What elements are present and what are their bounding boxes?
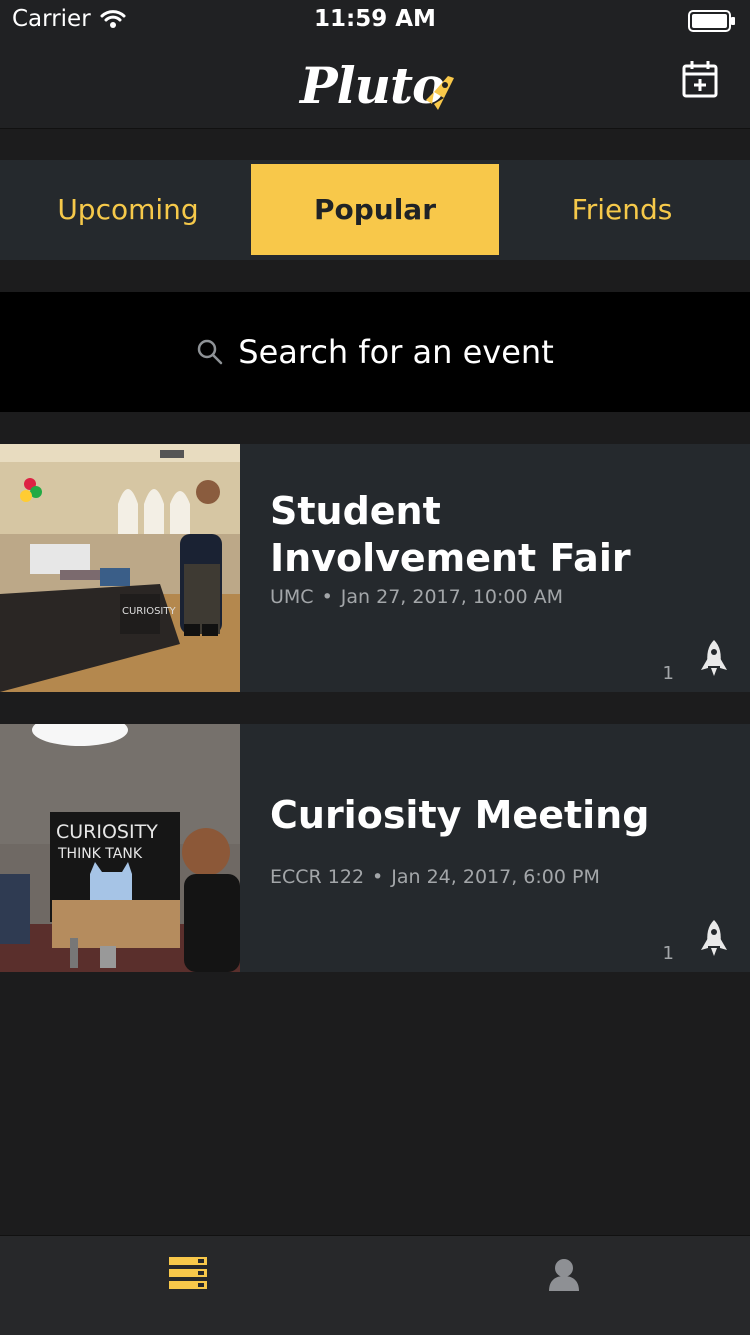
rocket-count: 1 xyxy=(662,663,674,684)
event-meta: ECCR 122 • Jan 24, 2017, 6:00 PM xyxy=(270,866,600,888)
event-photo: CURIOSITY THINK TANK xyxy=(0,724,240,972)
event-datetime: Jan 27, 2017, 10:00 AM xyxy=(340,586,563,608)
event-list-icon[interactable] xyxy=(168,1256,208,1294)
rocket-count: 1 xyxy=(662,943,674,964)
event-title: Student Involvement Fair xyxy=(270,489,631,580)
profile-icon[interactable] xyxy=(548,1258,580,1296)
event-datetime: Jan 24, 2017, 6:00 PM xyxy=(391,866,600,888)
app-logo: Pluto xyxy=(300,56,454,115)
svg-text:CURIOSITY: CURIOSITY xyxy=(122,606,176,617)
meta-separator: • xyxy=(372,866,384,888)
status-time: 11:59 AM xyxy=(314,6,436,32)
event-location: UMC xyxy=(270,586,314,608)
meta-separator: • xyxy=(321,586,333,608)
calendar-add-icon xyxy=(682,61,718,98)
search-placeholder: Search for an event xyxy=(238,333,554,371)
event-meta: UMC • Jan 27, 2017, 10:00 AM xyxy=(270,586,563,608)
rocket-icon[interactable] xyxy=(698,638,730,682)
status-bar: Carrier 11:59 AM xyxy=(0,0,750,42)
search-icon xyxy=(198,339,223,365)
tab-upcoming[interactable]: Upcoming xyxy=(4,164,252,255)
add-event-button[interactable] xyxy=(682,60,718,102)
tab-popular[interactable]: Popular xyxy=(251,164,499,255)
svg-text:CURIOSITY: CURIOSITY xyxy=(56,821,158,843)
nav-bar: Pluto xyxy=(0,42,750,129)
event-card[interactable]: CURIOSITY THINK TANK Curiosity Meeting E… xyxy=(0,724,750,972)
rocket-icon[interactable] xyxy=(698,918,730,962)
event-title: Curiosity Meeting xyxy=(270,793,650,837)
segmented-control: Upcoming Popular Friends xyxy=(0,160,750,260)
logo-rocket-icon xyxy=(426,76,454,110)
event-card[interactable]: CURIOSITY Student Involvement Fair UMC • J… xyxy=(0,444,750,692)
bottom-tab-bar xyxy=(0,1235,750,1335)
tab-friends[interactable]: Friends xyxy=(498,164,746,255)
search-bar[interactable]: Search for an event xyxy=(0,292,750,412)
event-photo: CURIOSITY xyxy=(0,444,240,692)
event-location: ECCR 122 xyxy=(270,866,365,888)
svg-text:THINK TANK: THINK TANK xyxy=(57,846,143,862)
battery-icon xyxy=(688,10,736,36)
